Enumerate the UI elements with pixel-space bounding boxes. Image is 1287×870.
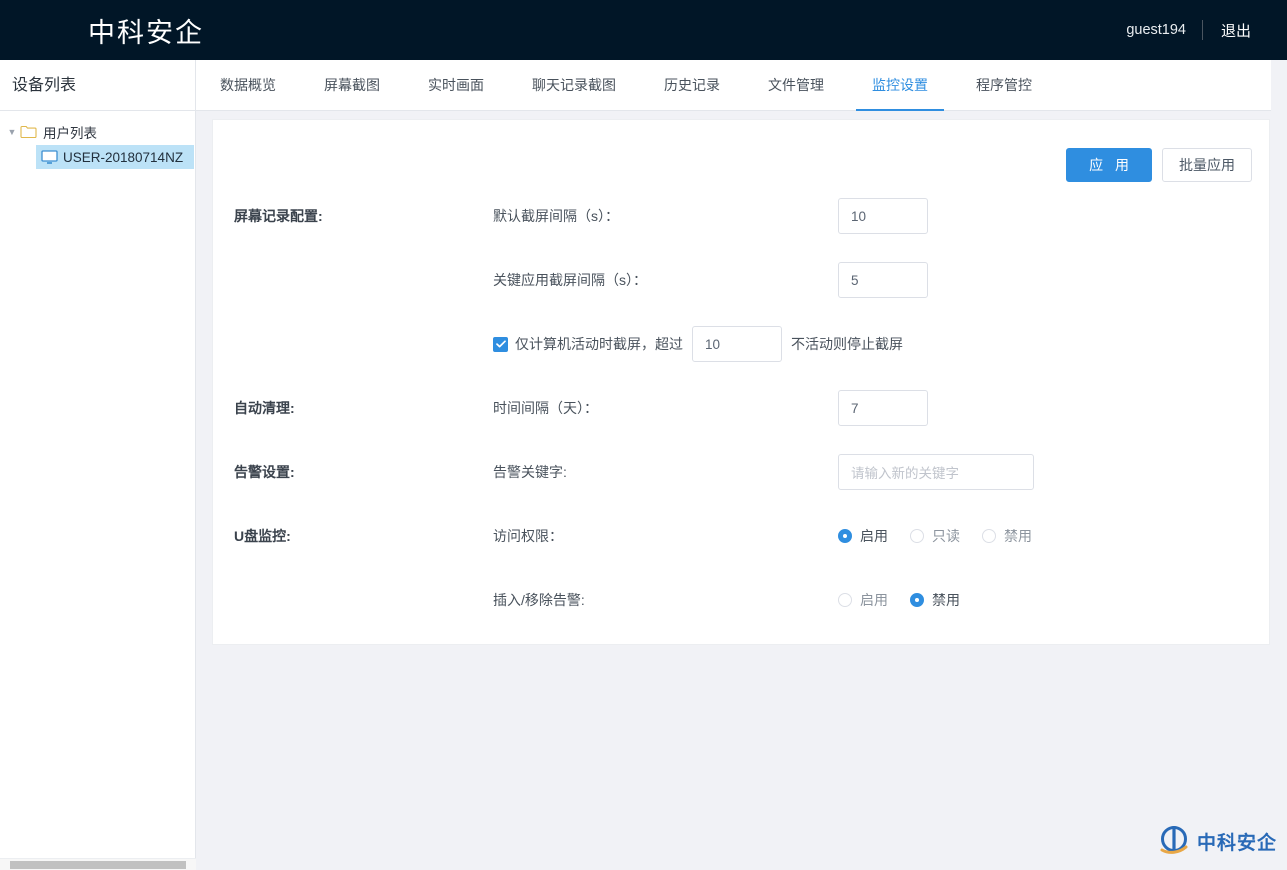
default-interval-input[interactable]: 10 [838,198,928,234]
radio-empty-icon[interactable] [910,529,924,543]
logout-button[interactable]: 退出 [1203,20,1265,41]
usb-access-option-label: 启用 [860,528,888,544]
usb-plug-alarm-option-disable[interactable]: 禁用 [910,590,960,610]
usb-plug-alarm-option-label: 启用 [860,592,888,608]
form-row-usb-access: U盘监控: 访问权限： 启用 只读 禁用 [213,504,1269,568]
checkbox-checked-icon[interactable] [493,336,508,352]
alarm-keyword-input[interactable]: 请输入新的关键字 [838,454,1034,490]
radio-selected-icon[interactable] [910,593,924,607]
form-row-auto-clean: 自动清理: 时间间隔（天）： 7 [213,376,1269,440]
tree-item-label: USER-20180714NZ [63,149,184,165]
tab-history[interactable]: 历史记录 [648,60,736,110]
usb-plug-alarm-option-enable[interactable]: 启用 [838,590,888,610]
brand-watermark: 中科安企 [1159,824,1277,858]
main-tabbar: 数据概览 屏幕截图 实时画面 聊天记录截图 历史记录 文件管理 监控设置 程序管… [196,60,1271,111]
control-alarm-keyword: 请输入新的关键字 [838,454,1269,490]
monitor-icon [41,149,58,165]
tree-node-label: 用户列表 [43,126,97,141]
form-row-default-interval: 屏幕记录配置: 默认截屏间隔（s）： 10 [213,184,1269,248]
label-key-app-interval: 关键应用截屏间隔（s）： [493,272,647,288]
section-label-alarm: 告警设置: [234,464,295,480]
active-only-label: 仅计算机活动时截屏，超过 [515,336,683,352]
clean-interval-input[interactable]: 7 [838,390,928,426]
section-label-auto-clean: 自动清理: [234,400,295,416]
radio-selected-icon[interactable] [838,529,852,543]
scrollbar-thumb[interactable] [10,861,186,869]
tab-chat-screenshot[interactable]: 聊天记录截图 [516,60,632,110]
header-right-group: guest194 退出 [1110,0,1265,60]
form-row-usb-plug-alarm: 插入/移除告警: 启用 禁用 [213,568,1269,632]
tab-monitor-settings[interactable]: 监控设置 [856,60,944,111]
form-row-active-only: 仅计算机活动时截屏，超过 10 不活动则停止截屏 [213,312,1269,376]
tabbar-filler [1271,60,1287,111]
usb-access-radio-group: 启用 只读 禁用 [838,526,1032,546]
control-usb-access: 启用 只读 禁用 [838,526,1269,546]
settings-form: 屏幕记录配置: 默认截屏间隔（s）： 10 关键应用截屏间隔（s）： 5 仅计算… [213,120,1269,632]
section-label-screen-record: 屏幕记录配置: [234,208,323,224]
label-usb-access: 访问权限： [493,528,563,544]
sidebar-horizontal-scrollbar[interactable] [0,858,196,870]
usb-access-option-enable[interactable]: 启用 [838,526,888,546]
settings-panel: 应 用 批量应用 屏幕记录配置: 默认截屏间隔（s）： 10 关键应用截屏间隔（… [212,119,1270,645]
caret-down-icon[interactable]: ▼ [4,127,20,137]
control-key-app-interval: 5 [838,262,1269,298]
label-usb-plug-alarm: 插入/移除告警: [493,592,585,608]
control-default-interval: 10 [838,198,1269,234]
top-header: 中科安企 guest194 退出 [0,0,1287,60]
usb-access-option-readonly[interactable]: 只读 [910,526,960,546]
label-clean-interval: 时间间隔（天）： [493,400,598,416]
usb-access-option-disable[interactable]: 禁用 [982,526,1032,546]
label-default-interval: 默认截屏间隔（s）： [493,208,619,224]
tab-program-control[interactable]: 程序管控 [960,60,1048,110]
section-label-usb-monitor: U盘监控: [234,528,291,544]
brand-watermark-text: 中科安企 [1196,831,1277,854]
tab-file-management[interactable]: 文件管理 [752,60,840,110]
idle-minutes-input[interactable]: 10 [692,326,782,362]
active-only-suffix-label: 不活动则停止截屏 [791,336,903,352]
label-alarm-keyword: 告警关键字: [493,464,567,480]
control-clean-interval: 7 [838,390,1269,426]
tab-data-overview[interactable]: 数据概览 [204,60,292,110]
form-row-key-app-interval: 关键应用截屏间隔（s）： 5 [213,248,1269,312]
tab-live-view[interactable]: 实时画面 [412,60,500,110]
folder-icon [20,125,37,139]
radio-empty-icon[interactable] [838,593,852,607]
form-row-alarm-keyword: 告警设置: 告警关键字: 请输入新的关键字 [213,440,1269,504]
usb-access-option-label: 只读 [932,528,960,544]
device-list-sidebar: 设备列表 ▼ 用户列表 USER-20180714NZ [0,60,196,870]
tree-node-user-list[interactable]: ▼ 用户列表 [0,119,195,145]
tree-item-device[interactable]: USER-20180714NZ [36,145,194,169]
radio-empty-icon[interactable] [982,529,996,543]
usb-plug-alarm-option-label: 禁用 [932,592,960,608]
key-app-interval-input[interactable]: 5 [838,262,928,298]
usb-plug-alarm-radio-group: 启用 禁用 [838,590,960,610]
brand-logo-icon [1159,824,1193,858]
sidebar-title: 设备列表 [0,60,195,111]
active-only-checkbox-wrap[interactable]: 仅计算机活动时截屏，超过 [493,334,683,354]
device-tree: ▼ 用户列表 USER-20180714NZ [0,111,195,169]
current-user-label: guest194 [1126,22,1186,38]
tab-screenshot[interactable]: 屏幕截图 [308,60,396,110]
control-active-only: 仅计算机活动时截屏，超过 10 不活动则停止截屏 [493,326,903,362]
usb-access-option-label: 禁用 [1004,528,1032,544]
control-usb-plug-alarm: 启用 禁用 [838,590,1269,610]
brand-title: 中科安企 [88,17,204,48]
app-root: 中科安企 guest194 退出 设备列表 ▼ 用户列表 USER-201807… [0,0,1287,870]
